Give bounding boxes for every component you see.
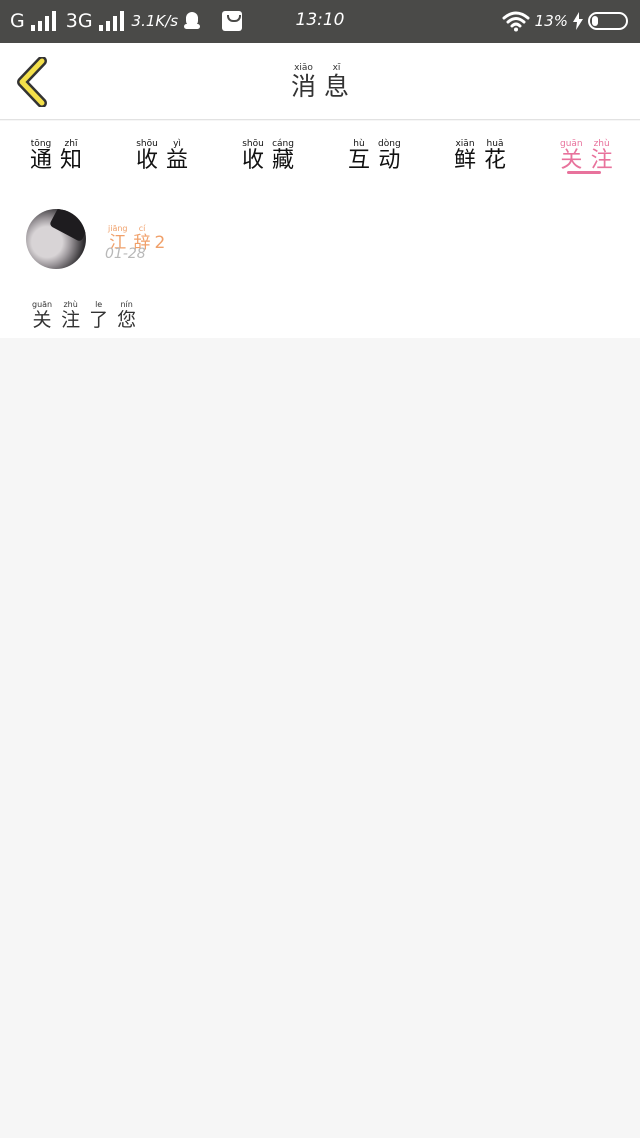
page-title: xiāo 消 xī 息 bbox=[0, 43, 640, 101]
tab-favorites[interactable]: shōu 收 cáng 藏 bbox=[242, 131, 294, 173]
message-text: guān 关 zhù 注 le 了 nín 您 bbox=[32, 300, 137, 331]
battery-icon bbox=[588, 12, 628, 30]
active-tab-indicator bbox=[567, 171, 601, 174]
app-header: xiāo 消 xī 息 bbox=[0, 43, 640, 120]
title-char: xiāo 消 bbox=[290, 63, 316, 101]
sender-name-suffix: 2 bbox=[154, 233, 166, 253]
tab-interactions[interactable]: hù 互 dòng 动 bbox=[348, 131, 401, 173]
tab-flowers[interactable]: xiān 鲜 huā 花 bbox=[454, 131, 506, 173]
battery-percent: 13% bbox=[534, 12, 568, 30]
charging-bolt-icon bbox=[573, 12, 583, 30]
avatar[interactable] bbox=[26, 209, 86, 269]
message-tabs: tōng 通 zhī 知 shōu 收 yì 益 shōu 收 cáng 藏 hù 互 dòn… bbox=[0, 121, 640, 184]
status-right: 13% bbox=[502, 9, 628, 33]
message-item[interactable]: jiāng 江 cí 辞 2 01-28 guān 关 zhù 注 le 了 nín 您 bbox=[0, 184, 640, 338]
title-char: xī 息 bbox=[324, 63, 350, 101]
status-bar: G 3G 3.1K/s 13:10 13% bbox=[0, 0, 640, 43]
tab-earnings[interactable]: shōu 收 yì 益 bbox=[136, 131, 188, 173]
tab-notifications[interactable]: tōng 通 zhī 知 bbox=[30, 131, 82, 173]
message-date: 01-28 bbox=[105, 246, 146, 262]
tab-following[interactable]: guān 关 zhù 注 bbox=[560, 131, 613, 173]
wifi-icon bbox=[502, 11, 530, 32]
